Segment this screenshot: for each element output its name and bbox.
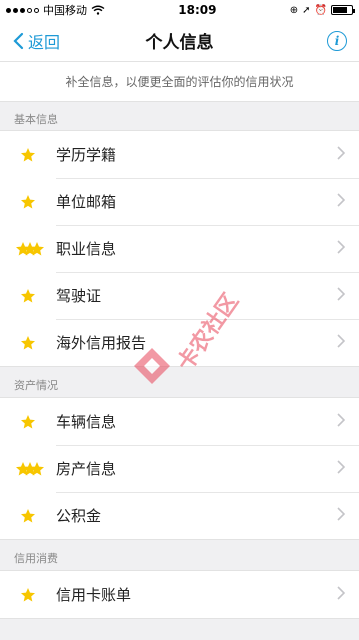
list-item[interactable]: 车辆信息	[0, 398, 359, 445]
back-button[interactable]: 返回	[12, 29, 60, 53]
clock-time: 18:09	[178, 3, 217, 17]
chevron-right-icon	[337, 459, 347, 478]
list-item-label: 学历学籍	[56, 146, 117, 164]
star-rating-icon	[18, 333, 44, 353]
alarm-icon: ⏰	[314, 4, 327, 16]
star-rating-icon	[18, 145, 44, 165]
list-item-label: 公积金	[56, 507, 102, 525]
back-label: 返回	[28, 32, 61, 52]
list-item[interactable]: 海外信用报告	[0, 319, 359, 366]
list-item-label: 房产信息	[56, 460, 117, 478]
chevron-right-icon	[337, 239, 347, 258]
signal-icon	[6, 7, 39, 13]
list-item[interactable]: 公积金	[0, 492, 359, 539]
chevron-right-icon	[337, 333, 347, 352]
section-header: 资产情况	[0, 367, 359, 397]
list-item[interactable]: 信用卡账单	[0, 571, 359, 618]
star-rating-icon	[18, 192, 44, 212]
section-list: 车辆信息房产信息公积金	[0, 397, 359, 540]
status-right: ⊕ ➚ ⏰	[289, 4, 355, 16]
list-item[interactable]: 职业信息	[0, 225, 359, 272]
info-sections: 基本信息学历学籍单位邮箱职业信息驾驶证海外信用报告资产情况车辆信息房产信息公积金…	[0, 102, 359, 619]
wifi-icon	[91, 5, 105, 15]
navigation-bar: 返回 个人信息 i	[0, 20, 359, 62]
star-rating-icon	[18, 286, 44, 306]
status-bar: 中国移动 18:09 ⊕ ➚ ⏰	[0, 0, 359, 20]
chevron-right-icon	[337, 192, 347, 211]
status-left: 中国移动	[6, 2, 105, 18]
section-header: 信用消费	[0, 540, 359, 570]
list-item[interactable]: 单位邮箱	[0, 178, 359, 225]
chevron-left-icon	[13, 32, 24, 49]
battery-icon	[331, 5, 355, 15]
orientation-lock-icon: ⊕	[289, 4, 299, 16]
list-item-label: 信用卡账单	[56, 586, 132, 604]
list-item-label: 海外信用报告	[56, 334, 147, 352]
location-icon: ➚	[302, 4, 311, 16]
list-item[interactable]: 驾驶证	[0, 272, 359, 319]
list-item-label: 职业信息	[56, 240, 117, 258]
list-item-label: 单位邮箱	[56, 193, 117, 211]
star-rating-icon	[18, 506, 44, 526]
star-rating-icon	[18, 585, 44, 605]
chevron-right-icon	[337, 412, 347, 431]
chevron-right-icon	[337, 585, 347, 604]
section-list: 学历学籍单位邮箱职业信息驾驶证海外信用报告	[0, 130, 359, 367]
info-icon[interactable]: i	[327, 30, 347, 51]
list-item[interactable]: 房产信息	[0, 445, 359, 492]
list-item-label: 驾驶证	[56, 287, 102, 305]
chevron-right-icon	[337, 506, 347, 525]
star-rating-icon	[16, 239, 44, 259]
section-header: 基本信息	[0, 102, 359, 130]
chevron-right-icon	[337, 145, 347, 164]
list-item[interactable]: 学历学籍	[0, 131, 359, 178]
notice-text: 补全信息，以便更全面的评估你的信用状况	[0, 62, 359, 102]
star-rating-icon	[18, 412, 44, 432]
carrier-label: 中国移动	[43, 4, 87, 17]
section-list: 信用卡账单	[0, 570, 359, 619]
chevron-right-icon	[337, 286, 347, 305]
star-rating-icon	[16, 459, 44, 479]
list-item-label: 车辆信息	[56, 413, 117, 431]
